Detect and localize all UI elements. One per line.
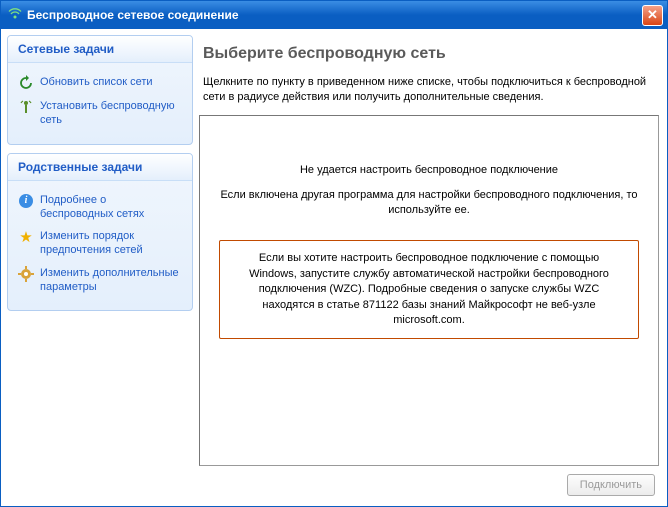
task-label: Обновить список сети — [40, 75, 153, 89]
star-icon: ★ — [18, 229, 34, 245]
panel-network-tasks: Сетевые задачи Обновить список сети Уста… — [7, 35, 193, 145]
task-label: Изменить дополнительные параметры — [40, 266, 182, 295]
panel-header: Родственные задачи — [8, 154, 192, 181]
panel-body: Обновить список сети Установить беспрово… — [8, 63, 192, 144]
task-advanced-settings[interactable]: Изменить дополнительные параметры — [18, 262, 182, 299]
panel-related-tasks: Родственные задачи i Подробнее о беспров… — [7, 153, 193, 312]
instruction-text: Щелкните по пункту в приведенном ниже сп… — [199, 75, 659, 115]
task-learn-wireless[interactable]: i Подробнее о беспроводных сетях — [18, 189, 182, 226]
task-label: Подробнее о беспроводных сетях — [40, 193, 182, 222]
error-detail: Если включена другая программа для настр… — [216, 188, 642, 219]
task-label: Изменить порядок предпочтения сетей — [40, 229, 182, 258]
wireless-icon — [7, 7, 23, 23]
refresh-icon — [18, 75, 34, 91]
task-refresh-list[interactable]: Обновить список сети — [18, 71, 182, 95]
window-body: Сетевые задачи Обновить список сети Уста… — [1, 29, 667, 506]
panel-header: Сетевые задачи — [8, 36, 192, 63]
panel-body: i Подробнее о беспроводных сетях ★ Измен… — [8, 181, 192, 311]
info-icon: i — [18, 193, 34, 209]
sidebar: Сетевые задачи Обновить список сети Уста… — [7, 35, 193, 500]
close-button[interactable]: ✕ — [642, 5, 663, 26]
wireless-window: Беспроводное сетевое соединение ✕ Сетевы… — [0, 0, 668, 507]
main-content: Выберите беспроводную сеть Щелкните по п… — [199, 35, 661, 500]
gear-icon — [18, 266, 34, 282]
error-heading: Не удается настроить беспроводное подклю… — [300, 164, 558, 176]
page-title: Выберите беспроводную сеть — [199, 39, 659, 75]
task-setup-wireless[interactable]: Установить беспроводную сеть — [18, 95, 182, 132]
task-change-order[interactable]: ★ Изменить порядок предпочтения сетей — [18, 225, 182, 262]
connect-button[interactable]: Подключить — [567, 474, 655, 496]
window-title: Беспроводное сетевое соединение — [27, 8, 642, 22]
antenna-icon — [18, 99, 34, 115]
help-box: Если вы хотите настроить беспроводное по… — [219, 240, 639, 339]
close-icon: ✕ — [647, 7, 658, 23]
footer: Подключить — [199, 466, 659, 498]
network-list-area: Не удается настроить беспроводное подклю… — [199, 115, 659, 466]
titlebar: Беспроводное сетевое соединение ✕ — [1, 1, 667, 29]
task-label: Установить беспроводную сеть — [40, 99, 182, 128]
